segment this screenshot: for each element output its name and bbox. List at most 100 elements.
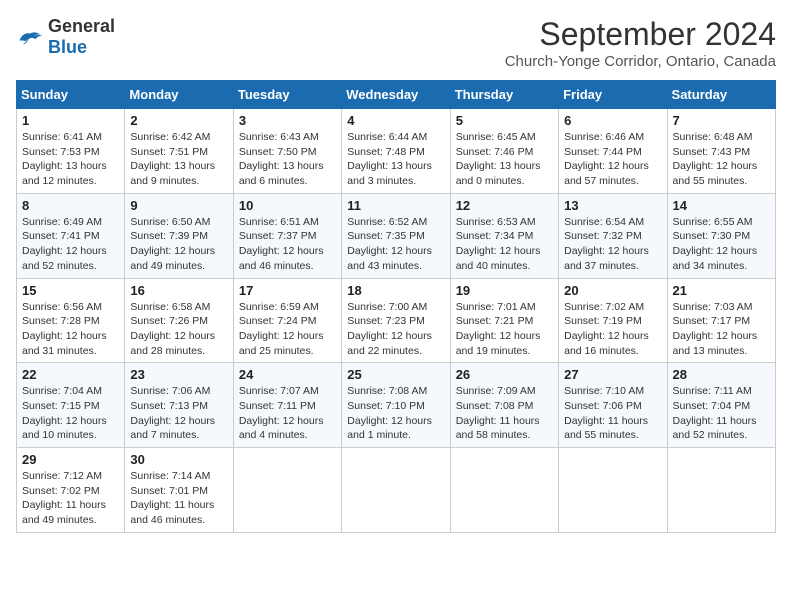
day-number: 30: [130, 452, 227, 467]
day-number: 24: [239, 367, 336, 382]
header-monday: Monday: [125, 81, 233, 109]
subtitle: Church-Yonge Corridor, Ontario, Canada: [505, 53, 776, 70]
table-cell: 12 Sunrise: 6:53 AM Sunset: 7:34 PM Dayl…: [450, 193, 558, 278]
day-info: Sunrise: 6:45 AM Sunset: 7:46 PM Dayligh…: [456, 130, 553, 189]
day-info: Sunrise: 7:00 AM Sunset: 7:23 PM Dayligh…: [347, 300, 444, 359]
day-info: Sunrise: 6:50 AM Sunset: 7:39 PM Dayligh…: [130, 215, 227, 274]
header-saturday: Saturday: [667, 81, 775, 109]
table-cell: 19 Sunrise: 7:01 AM Sunset: 7:21 PM Dayl…: [450, 278, 558, 363]
day-info: Sunrise: 6:43 AM Sunset: 7:50 PM Dayligh…: [239, 130, 336, 189]
week-row-1: 1 Sunrise: 6:41 AM Sunset: 7:53 PM Dayli…: [17, 109, 776, 194]
table-cell: 6 Sunrise: 6:46 AM Sunset: 7:44 PM Dayli…: [559, 109, 667, 194]
day-number: 18: [347, 283, 444, 298]
day-number: 12: [456, 198, 553, 213]
table-cell: 10 Sunrise: 6:51 AM Sunset: 7:37 PM Dayl…: [233, 193, 341, 278]
table-cell: 20 Sunrise: 7:02 AM Sunset: 7:19 PM Dayl…: [559, 278, 667, 363]
table-cell: 9 Sunrise: 6:50 AM Sunset: 7:39 PM Dayli…: [125, 193, 233, 278]
day-info: Sunrise: 7:09 AM Sunset: 7:08 PM Dayligh…: [456, 384, 553, 443]
day-number: 3: [239, 113, 336, 128]
logo-bird-icon: [16, 26, 44, 48]
day-number: 21: [673, 283, 770, 298]
day-info: Sunrise: 7:08 AM Sunset: 7:10 PM Dayligh…: [347, 384, 444, 443]
table-cell: 16 Sunrise: 6:58 AM Sunset: 7:26 PM Dayl…: [125, 278, 233, 363]
day-info: Sunrise: 6:58 AM Sunset: 7:26 PM Dayligh…: [130, 300, 227, 359]
table-cell: 13 Sunrise: 6:54 AM Sunset: 7:32 PM Dayl…: [559, 193, 667, 278]
table-cell: 3 Sunrise: 6:43 AM Sunset: 7:50 PM Dayli…: [233, 109, 341, 194]
day-number: 17: [239, 283, 336, 298]
table-cell: 14 Sunrise: 6:55 AM Sunset: 7:30 PM Dayl…: [667, 193, 775, 278]
day-number: 25: [347, 367, 444, 382]
week-row-2: 8 Sunrise: 6:49 AM Sunset: 7:41 PM Dayli…: [17, 193, 776, 278]
calendar-table: Sunday Monday Tuesday Wednesday Thursday…: [16, 80, 776, 533]
week-row-3: 15 Sunrise: 6:56 AM Sunset: 7:28 PM Dayl…: [17, 278, 776, 363]
day-info: Sunrise: 6:54 AM Sunset: 7:32 PM Dayligh…: [564, 215, 661, 274]
header-wednesday: Wednesday: [342, 81, 450, 109]
table-cell: 7 Sunrise: 6:48 AM Sunset: 7:43 PM Dayli…: [667, 109, 775, 194]
day-number: 15: [22, 283, 119, 298]
table-cell: 18 Sunrise: 7:00 AM Sunset: 7:23 PM Dayl…: [342, 278, 450, 363]
day-info: Sunrise: 6:55 AM Sunset: 7:30 PM Dayligh…: [673, 215, 770, 274]
table-cell: 26 Sunrise: 7:09 AM Sunset: 7:08 PM Dayl…: [450, 363, 558, 448]
day-info: Sunrise: 6:48 AM Sunset: 7:43 PM Dayligh…: [673, 130, 770, 189]
table-cell: [559, 448, 667, 533]
header: General Blue September 2024 Church-Yonge…: [16, 16, 776, 70]
table-cell: 4 Sunrise: 6:44 AM Sunset: 7:48 PM Dayli…: [342, 109, 450, 194]
logo: General Blue: [16, 16, 115, 58]
day-info: Sunrise: 6:52 AM Sunset: 7:35 PM Dayligh…: [347, 215, 444, 274]
table-cell: 5 Sunrise: 6:45 AM Sunset: 7:46 PM Dayli…: [450, 109, 558, 194]
day-info: Sunrise: 6:46 AM Sunset: 7:44 PM Dayligh…: [564, 130, 661, 189]
header-tuesday: Tuesday: [233, 81, 341, 109]
logo-general: General: [48, 16, 115, 36]
table-cell: 27 Sunrise: 7:10 AM Sunset: 7:06 PM Dayl…: [559, 363, 667, 448]
day-info: Sunrise: 7:06 AM Sunset: 7:13 PM Dayligh…: [130, 384, 227, 443]
day-info: Sunrise: 7:10 AM Sunset: 7:06 PM Dayligh…: [564, 384, 661, 443]
table-cell: 1 Sunrise: 6:41 AM Sunset: 7:53 PM Dayli…: [17, 109, 125, 194]
day-number: 10: [239, 198, 336, 213]
table-cell: [450, 448, 558, 533]
header-sunday: Sunday: [17, 81, 125, 109]
day-number: 26: [456, 367, 553, 382]
table-cell: 25 Sunrise: 7:08 AM Sunset: 7:10 PM Dayl…: [342, 363, 450, 448]
table-cell: 23 Sunrise: 7:06 AM Sunset: 7:13 PM Dayl…: [125, 363, 233, 448]
day-number: 8: [22, 198, 119, 213]
day-info: Sunrise: 6:49 AM Sunset: 7:41 PM Dayligh…: [22, 215, 119, 274]
table-cell: 2 Sunrise: 6:42 AM Sunset: 7:51 PM Dayli…: [125, 109, 233, 194]
day-number: 13: [564, 198, 661, 213]
day-number: 29: [22, 452, 119, 467]
week-row-5: 29 Sunrise: 7:12 AM Sunset: 7:02 PM Dayl…: [17, 448, 776, 533]
day-info: Sunrise: 7:02 AM Sunset: 7:19 PM Dayligh…: [564, 300, 661, 359]
table-cell: 29 Sunrise: 7:12 AM Sunset: 7:02 PM Dayl…: [17, 448, 125, 533]
table-cell: 8 Sunrise: 6:49 AM Sunset: 7:41 PM Dayli…: [17, 193, 125, 278]
day-info: Sunrise: 6:56 AM Sunset: 7:28 PM Dayligh…: [22, 300, 119, 359]
day-info: Sunrise: 6:41 AM Sunset: 7:53 PM Dayligh…: [22, 130, 119, 189]
table-cell: 22 Sunrise: 7:04 AM Sunset: 7:15 PM Dayl…: [17, 363, 125, 448]
day-number: 7: [673, 113, 770, 128]
day-number: 9: [130, 198, 227, 213]
day-info: Sunrise: 6:51 AM Sunset: 7:37 PM Dayligh…: [239, 215, 336, 274]
day-info: Sunrise: 7:11 AM Sunset: 7:04 PM Dayligh…: [673, 384, 770, 443]
day-info: Sunrise: 7:12 AM Sunset: 7:02 PM Dayligh…: [22, 469, 119, 528]
day-number: 5: [456, 113, 553, 128]
day-number: 14: [673, 198, 770, 213]
title-section: September 2024 Church-Yonge Corridor, On…: [505, 16, 776, 70]
day-number: 16: [130, 283, 227, 298]
day-info: Sunrise: 7:01 AM Sunset: 7:21 PM Dayligh…: [456, 300, 553, 359]
day-number: 6: [564, 113, 661, 128]
main-title: September 2024: [505, 16, 776, 53]
table-cell: 28 Sunrise: 7:11 AM Sunset: 7:04 PM Dayl…: [667, 363, 775, 448]
week-row-4: 22 Sunrise: 7:04 AM Sunset: 7:15 PM Dayl…: [17, 363, 776, 448]
table-cell: 24 Sunrise: 7:07 AM Sunset: 7:11 PM Dayl…: [233, 363, 341, 448]
day-number: 11: [347, 198, 444, 213]
day-info: Sunrise: 6:59 AM Sunset: 7:24 PM Dayligh…: [239, 300, 336, 359]
header-friday: Friday: [559, 81, 667, 109]
table-cell: 15 Sunrise: 6:56 AM Sunset: 7:28 PM Dayl…: [17, 278, 125, 363]
table-cell: 17 Sunrise: 6:59 AM Sunset: 7:24 PM Dayl…: [233, 278, 341, 363]
day-number: 19: [456, 283, 553, 298]
day-number: 2: [130, 113, 227, 128]
day-info: Sunrise: 7:14 AM Sunset: 7:01 PM Dayligh…: [130, 469, 227, 528]
day-number: 28: [673, 367, 770, 382]
table-cell: [342, 448, 450, 533]
logo-text: General Blue: [48, 16, 115, 58]
table-cell: 11 Sunrise: 6:52 AM Sunset: 7:35 PM Dayl…: [342, 193, 450, 278]
day-number: 22: [22, 367, 119, 382]
